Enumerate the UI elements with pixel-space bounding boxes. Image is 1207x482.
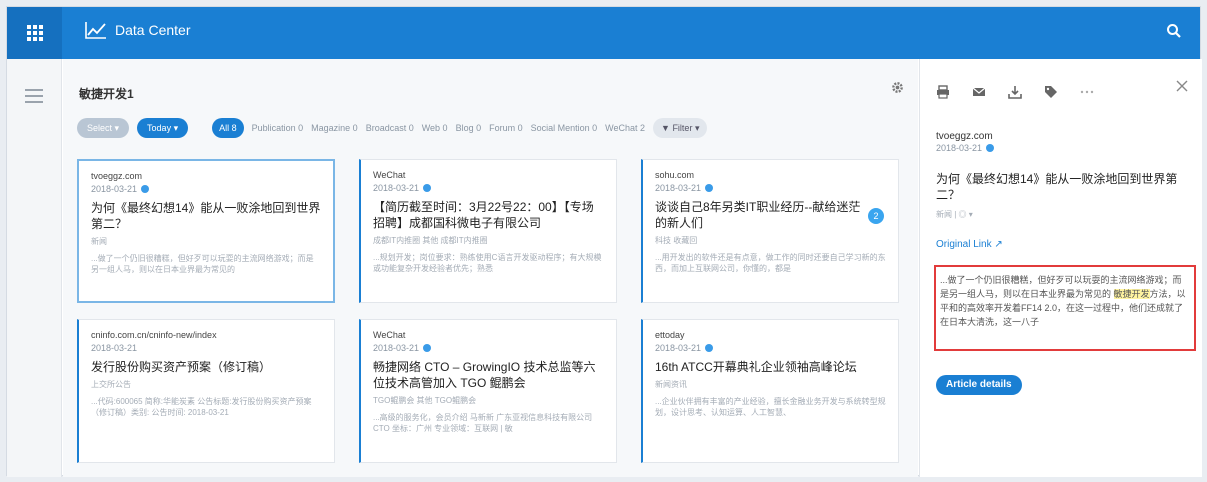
detail-date: 2018-03-21: [936, 143, 983, 153]
card-source: cninfo.com.cn/cninfo-new/index: [91, 330, 217, 340]
card-title: 【简历截至时间：3月22号22：00】【专场招聘】成都国科微电子有限公司: [373, 200, 594, 230]
tab-broadcast[interactable]: Broadcast 0: [366, 123, 414, 133]
card-snippet: ...做了一个仍旧很糟糕，但好歹可以玩耍的主流网络游戏；而是另一组人马，则以在日…: [91, 254, 314, 274]
tab-social-mention[interactable]: Social Mention 0: [531, 123, 598, 133]
card-source: tvoeggz.com: [91, 171, 143, 181]
close-icon: [1176, 80, 1188, 92]
left-rail: [7, 59, 62, 477]
card-title: 谈谈自己8年另类IT职业经历--献给迷茫的新人们: [655, 200, 861, 230]
card-title: 发行股份购买资产预案（修订稿）: [91, 360, 272, 374]
date-range-dropdown[interactable]: Today ▾: [137, 118, 189, 138]
card-date: 2018-03-21: [91, 184, 138, 194]
article-details-button[interactable]: Article details: [936, 375, 1022, 395]
card-title: 为何《最终幻想14》能从一败涂地回到世界第二？: [91, 201, 321, 231]
main-panel: 敏捷开发1 Select ▾ Today ▾ All 8 Publication…: [63, 59, 918, 477]
filter-button[interactable]: ▼ Filter ▾: [653, 118, 708, 138]
article-card[interactable]: cninfo.com.cn/cninfo-new/index 2018-03-2…: [77, 319, 335, 463]
card-meta: TGO鲲鹏会 其他 TGO鲲鹏会: [373, 396, 477, 405]
sentiment-icon: [141, 185, 150, 193]
card-meta: 新闻: [91, 237, 107, 246]
print-icon[interactable]: [936, 85, 950, 99]
card-meta: 上交所公告: [91, 380, 131, 389]
app-window: Data Center 敏捷开发1 Select ▾ Today ▾ All 8…: [6, 6, 1202, 477]
card-date: 2018-03-21: [91, 343, 138, 353]
select-dropdown[interactable]: Select ▾: [77, 118, 130, 138]
card-date: 2018-03-21: [655, 343, 702, 353]
card-snippet: ...规划开发；岗位要求：熟练使用C语言开发驱动程序；有大规模或功能复杂开发经验…: [373, 253, 602, 273]
sentiment-icon: [705, 344, 714, 352]
apps-menu-button[interactable]: [7, 7, 62, 59]
gear-icon: [892, 82, 903, 93]
excerpt-highlight: 敏捷开发: [1113, 289, 1150, 299]
card-date: 2018-03-21: [373, 343, 420, 353]
close-button[interactable]: [1176, 79, 1188, 97]
card-meta: 成都IT内推圈 其他 成都IT内推圈: [373, 236, 488, 245]
tab-forum[interactable]: Forum 0: [489, 123, 523, 133]
apps-grid-icon: [26, 25, 43, 41]
tab-magazine[interactable]: Magazine 0: [311, 123, 358, 133]
search-icon: [1167, 24, 1181, 38]
app-title: Data Center: [115, 22, 191, 38]
filter-bar: Select ▾ Today ▾ All 8 Publication 0 Mag…: [77, 117, 907, 139]
card-date: 2018-03-21: [373, 183, 420, 193]
card-date: 2018-03-21: [655, 183, 702, 193]
card-source: sohu.com: [655, 170, 695, 180]
project-title: 敏捷开发1: [79, 87, 134, 101]
card-meta: 新闻资讯: [655, 380, 687, 389]
original-link[interactable]: Original Link ↗: [936, 239, 1003, 250]
card-source: WeChat: [373, 330, 406, 340]
sentiment-icon: [423, 344, 432, 352]
top-bar: Data Center: [7, 7, 1200, 59]
detail-meta[interactable]: 新闻 | ◎ ▾: [936, 209, 973, 220]
article-card[interactable]: sohu.com 2018-03-21 谈谈自己8年另类IT职业经历--献给迷茫…: [641, 159, 899, 303]
detail-title: 为何《最终幻想14》能从一败涂地回到世界第二？: [936, 172, 1178, 202]
article-card[interactable]: tvoeggz.com 2018-03-21 为何《最终幻想14》能从一败涂地回…: [77, 159, 335, 303]
tab-publication[interactable]: Publication 0: [252, 123, 304, 133]
tab-blog[interactable]: Blog 0: [456, 123, 482, 133]
card-meta: 科技 收藏回: [655, 236, 698, 245]
sentiment-icon: [986, 144, 995, 152]
more-icon[interactable]: [1080, 90, 1094, 94]
tab-wechat[interactable]: WeChat 2: [605, 123, 645, 133]
article-card[interactable]: WeChat 2018-03-21 【简历截至时间：3月22号22：00】【专场…: [359, 159, 617, 303]
sentiment-icon: [705, 184, 714, 192]
brand[interactable]: Data Center: [85, 21, 190, 39]
detail-toolbar: [936, 85, 1094, 99]
sentiment-icon: [423, 184, 432, 192]
detail-panel: tvoeggz.com 2018-03-21 为何《最终幻想14》能从一败涂地回…: [919, 59, 1202, 477]
article-card[interactable]: ettoday 2018-03-21 16th ATCC开幕典礼企业领袖高峰论坛…: [641, 319, 899, 463]
card-snippet: ...高级的服务化，会员介绍 马新新 广东亚视信息科技有限公司 CTO 坐标：广…: [373, 413, 593, 433]
tab-web[interactable]: Web 0: [422, 123, 448, 133]
tab-all[interactable]: All 8: [212, 118, 244, 138]
card-source: ettoday: [655, 330, 685, 340]
detail-source: tvoeggz.com: [936, 131, 993, 142]
card-snippet: ...代码:600065 简称:华能炭素 公告标题:发行股份购买资产预案（修订稿…: [91, 397, 312, 417]
tag-icon[interactable]: [1044, 85, 1058, 99]
search-button[interactable]: [1166, 23, 1182, 44]
download-icon[interactable]: [1008, 85, 1022, 99]
excerpt-box: ...做了一个仍旧很糟糕，但好歹可以玩耍的主流网络游戏；而是另一组人马，则以在日…: [934, 265, 1196, 351]
card-snippet: ...企业伙伴拥有丰富的产业经验，擅长金融业务开发与系统转型规划，设计思考、认知…: [655, 397, 886, 417]
card-snippet: ...用开发出的软件还是有点意，做工作的同时还要自己学习新的东西，而加上互联网公…: [655, 253, 886, 273]
card-title: 畅捷网络 CTO – GrowingIO 技术总监等六位技术高管加入 TGO 鲲…: [373, 360, 596, 390]
count-badge: 2: [868, 208, 884, 224]
mail-icon[interactable]: [972, 86, 986, 98]
settings-button[interactable]: [891, 81, 904, 99]
trend-chart-icon: [85, 22, 106, 39]
hamburger-menu-icon[interactable]: [25, 89, 43, 107]
card-title: 16th ATCC开幕典礼企业领袖高峰论坛: [655, 360, 857, 374]
card-source: WeChat: [373, 170, 406, 180]
article-card[interactable]: WeChat 2018-03-21 畅捷网络 CTO – GrowingIO 技…: [359, 319, 617, 463]
